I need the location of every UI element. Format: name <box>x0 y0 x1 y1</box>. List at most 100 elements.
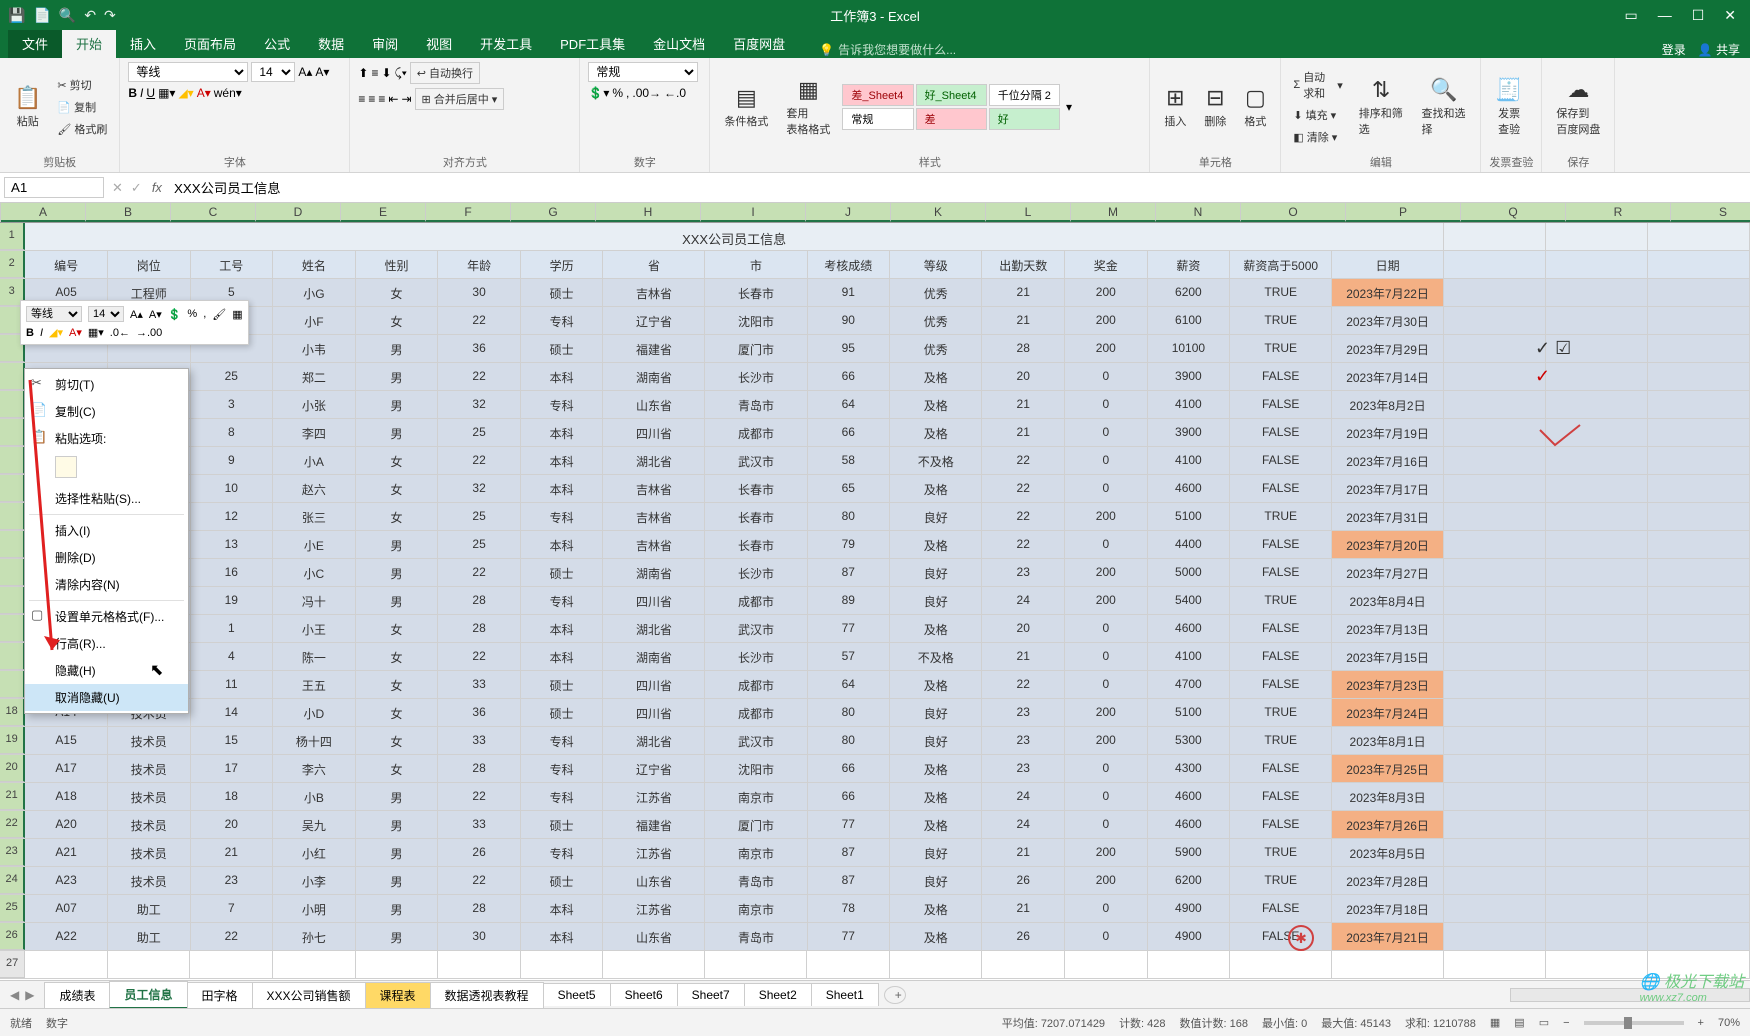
cell[interactable]: 0 <box>1065 531 1148 558</box>
row-header[interactable] <box>0 615 25 642</box>
cell[interactable]: 长沙市 <box>705 643 807 670</box>
zoom-level[interactable]: 70% <box>1718 1017 1740 1029</box>
cell[interactable]: 专科 <box>521 839 604 866</box>
cell[interactable]: 专科 <box>521 391 604 418</box>
cell[interactable]: 长春市 <box>705 475 807 502</box>
cell[interactable]: 4900 <box>1148 923 1231 950</box>
cell[interactable]: 0 <box>1065 755 1148 782</box>
cell[interactable] <box>273 951 356 978</box>
cell[interactable]: 硕士 <box>521 671 604 698</box>
cell[interactable]: 20 <box>191 811 274 838</box>
cell[interactable] <box>1444 671 1546 698</box>
cell[interactable]: 26 <box>982 867 1065 894</box>
cell[interactable] <box>1444 699 1546 726</box>
cell[interactable]: 4100 <box>1148 447 1231 474</box>
tab-data[interactable]: 数据 <box>304 29 358 58</box>
cell[interactable]: 77 <box>808 615 891 642</box>
cell[interactable]: 66 <box>808 783 891 810</box>
cell[interactable]: 硕士 <box>521 867 604 894</box>
cell[interactable]: 17 <box>191 755 274 782</box>
cell[interactable]: 19 <box>191 587 274 614</box>
cell[interactable]: 21 <box>982 895 1065 922</box>
cell[interactable]: 32 <box>438 391 521 418</box>
cell[interactable]: 女 <box>356 755 439 782</box>
cell[interactable]: A17 <box>25 755 108 782</box>
column-header[interactable]: S <box>1671 203 1750 222</box>
cell[interactable]: 男 <box>356 895 439 922</box>
cell[interactable]: FALSE <box>1230 895 1332 922</box>
column-header[interactable]: D <box>256 203 341 222</box>
cell[interactable]: 助工 <box>108 895 191 922</box>
cell[interactable]: 赵六 <box>273 475 356 502</box>
cell[interactable] <box>1648 699 1750 726</box>
cut-button[interactable]: ✂剪切 <box>53 75 111 95</box>
column-header[interactable]: G <box>511 203 596 222</box>
cell[interactable]: 2023年7月19日 <box>1332 419 1444 446</box>
cell[interactable] <box>521 951 604 978</box>
cell[interactable]: 专科 <box>521 307 604 334</box>
cell[interactable]: 22 <box>982 503 1065 530</box>
find-select-button[interactable]: 🔍查找和选择 <box>1416 75 1473 139</box>
row-header[interactable] <box>0 363 25 390</box>
cell[interactable]: 优秀 <box>890 307 982 334</box>
cell[interactable] <box>1648 475 1750 502</box>
cell[interactable]: 不及格 <box>890 643 982 670</box>
delete-cells-button[interactable]: ⊟删除 <box>1198 83 1232 131</box>
cell[interactable]: 小A <box>273 447 356 474</box>
view-pagebreak-icon[interactable]: ▭ <box>1539 1016 1549 1029</box>
cell[interactable]: FALSE <box>1230 643 1332 670</box>
row-header[interactable] <box>0 531 25 558</box>
cell[interactable] <box>1546 783 1648 810</box>
cell[interactable]: 0 <box>1065 923 1148 950</box>
cell[interactable]: 吉林省 <box>603 503 705 530</box>
cell[interactable]: 30 <box>438 279 521 306</box>
cell[interactable] <box>1546 839 1648 866</box>
cell[interactable]: FALSE <box>1230 755 1332 782</box>
cell[interactable]: 21 <box>982 391 1065 418</box>
cell[interactable]: 小E <box>273 531 356 558</box>
cell[interactable] <box>1648 223 1750 250</box>
header-cell[interactable]: 等级 <box>890 251 982 278</box>
cell[interactable]: FALSE <box>1230 447 1332 474</box>
cell[interactable]: 男 <box>356 811 439 838</box>
cell[interactable] <box>1648 279 1750 306</box>
cell[interactable]: 良好 <box>890 559 982 586</box>
cell[interactable] <box>1546 251 1648 278</box>
row-header[interactable]: 25 <box>0 895 25 922</box>
cell[interactable]: 江苏省 <box>603 839 705 866</box>
cell[interactable]: 2023年7月30日 <box>1332 307 1444 334</box>
dec-decimal-icon[interactable]: ←.0 <box>664 86 686 100</box>
sheet-nav[interactable]: ◀▶ <box>0 988 44 1002</box>
indent-inc-icon[interactable]: ⇥ <box>401 92 411 106</box>
cell[interactable]: TRUE <box>1230 727 1332 754</box>
cell[interactable]: 武汉市 <box>705 447 807 474</box>
cell[interactable]: A20 <box>25 811 108 838</box>
cell[interactable]: 王五 <box>273 671 356 698</box>
formatpainter-button[interactable]: 🖌格式刷 <box>53 119 111 139</box>
header-cell[interactable]: 编号 <box>25 251 108 278</box>
cell[interactable]: 23 <box>982 755 1065 782</box>
mini-brush-icon[interactable]: 🖌 <box>212 308 226 321</box>
cell[interactable]: 及格 <box>890 811 982 838</box>
underline-button[interactable]: U <box>146 86 155 100</box>
cell[interactable]: 良好 <box>890 727 982 754</box>
style-bad[interactable]: 差_Sheet4 <box>842 84 913 106</box>
cell[interactable]: 15 <box>191 727 274 754</box>
cell[interactable]: 18 <box>191 783 274 810</box>
sheet-tab[interactable]: Sheet5 <box>543 983 611 1006</box>
cell[interactable]: 23 <box>982 559 1065 586</box>
cell[interactable]: 2023年8月3日 <box>1332 783 1444 810</box>
cell[interactable]: 专科 <box>521 783 604 810</box>
cell[interactable]: 男 <box>356 531 439 558</box>
cell[interactable]: 青岛市 <box>705 867 807 894</box>
cell[interactable]: 36 <box>438 335 521 362</box>
cell[interactable]: 男 <box>356 839 439 866</box>
cell[interactable] <box>1444 727 1546 754</box>
cell[interactable]: 吉林省 <box>603 475 705 502</box>
cell[interactable]: 2023年8月4日 <box>1332 587 1444 614</box>
cell[interactable]: 8 <box>191 419 274 446</box>
row-header[interactable] <box>0 559 25 586</box>
sheet-tab[interactable]: 数据透视表教程 <box>430 982 544 1008</box>
cell[interactable]: 女 <box>356 475 439 502</box>
cell[interactable] <box>982 951 1065 978</box>
